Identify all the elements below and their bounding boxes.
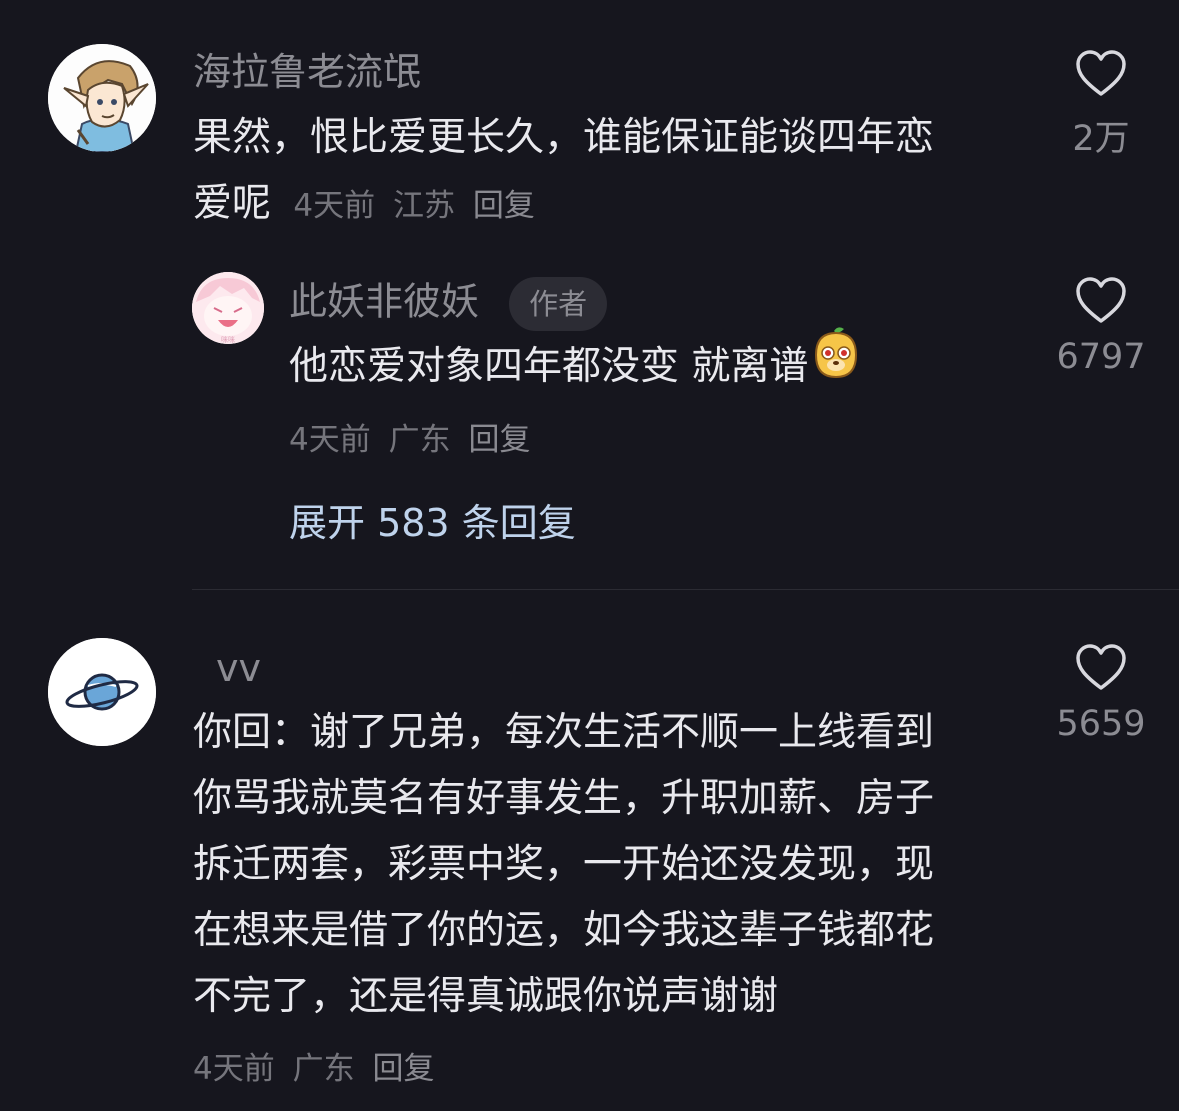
svg-text:咪咪: 咪咪 xyxy=(221,335,235,344)
comment-time: 4天前 xyxy=(293,188,376,224)
comment-meta: 4天前 广东 回复 xyxy=(289,414,530,459)
divider xyxy=(192,589,1179,590)
like-button[interactable]: 6797 xyxy=(1046,277,1156,377)
comment-text-line: 拆迁两套，彩票中奖，一开始还没发现，现 xyxy=(193,842,935,887)
comment-location: 广东 xyxy=(292,1051,355,1087)
like-button[interactable]: 2万 xyxy=(1046,50,1156,161)
reply-button[interactable]: 回复 xyxy=(468,422,530,458)
author-badge: 作者 xyxy=(509,277,608,331)
comment-location: 广东 xyxy=(388,422,451,458)
comment-text: 果然，恨比爱更长久，谁能保证能谈四年恋 爱呢 4天前 江苏 回复 xyxy=(193,105,1023,239)
comment-text-body: 他恋爱对象四年都没变 就离谱 xyxy=(289,344,809,389)
avatar[interactable] xyxy=(48,44,156,152)
reply-button[interactable]: 回复 xyxy=(372,1051,434,1087)
comment-username-text[interactable]: 此妖非彼妖 xyxy=(289,280,479,324)
like-count: 5659 xyxy=(1056,704,1146,744)
comment-text-line: 在想来是借了你的运，如今我这辈子钱都花 xyxy=(193,908,935,953)
avatar[interactable]: 咪咪 xyxy=(192,272,264,344)
like-button[interactable]: 5659 xyxy=(1046,644,1156,744)
comment-text: 他恋爱对象四年都没变 就离谱 xyxy=(289,327,864,402)
comment-meta: 4天前 广东 回复 xyxy=(193,1043,434,1088)
like-count: 6797 xyxy=(1056,337,1146,377)
comment-username[interactable]: vv xyxy=(216,646,261,690)
comment-text-tail: 爱呢 xyxy=(193,181,272,226)
elf-character-avatar-icon xyxy=(48,44,156,152)
comment-time: 4天前 xyxy=(289,422,371,458)
heart-icon xyxy=(1076,50,1126,96)
planet-avatar-icon xyxy=(48,638,156,746)
comment-meta: 4天前 江苏 回复 xyxy=(293,188,534,224)
like-count: 2万 xyxy=(1072,119,1130,159)
comment-username[interactable]: 海拉鲁老流氓 xyxy=(193,50,421,94)
avatar[interactable] xyxy=(48,638,156,746)
comment-text-line: 你回：谢了兄弟，每次生活不顺一上线看到 xyxy=(193,710,935,755)
comment-time: 4天前 xyxy=(193,1051,275,1087)
comment-text: 你回：谢了兄弟，每次生活不顺一上线看到 你骂我就莫名有好事发生，升职加薪、房子 … xyxy=(193,700,1023,1030)
reply-button[interactable]: 回复 xyxy=(473,188,535,224)
comment-location: 江苏 xyxy=(393,188,456,224)
heart-icon xyxy=(1076,277,1126,323)
comment-text-line: 你骂我就莫名有好事发生，升职加薪、房子 xyxy=(193,776,935,821)
expand-replies-button[interactable]: 展开 583 条回复 xyxy=(289,492,576,547)
comment-text-line-2: 爱呢 4天前 江苏 回复 xyxy=(193,171,1023,239)
comment-username[interactable]: 此妖非彼妖 作者 xyxy=(289,277,608,331)
heart-icon xyxy=(1076,644,1126,690)
comment-text-line: 果然，恨比爱更长久，谁能保证能谈四年恋 xyxy=(193,115,935,160)
comment-text-line: 不完了，还是得真诚跟你说声谢谢 xyxy=(193,974,779,1019)
anime-girl-avatar-icon: 咪咪 xyxy=(192,272,264,344)
dog-face-emoji-icon xyxy=(808,325,864,402)
